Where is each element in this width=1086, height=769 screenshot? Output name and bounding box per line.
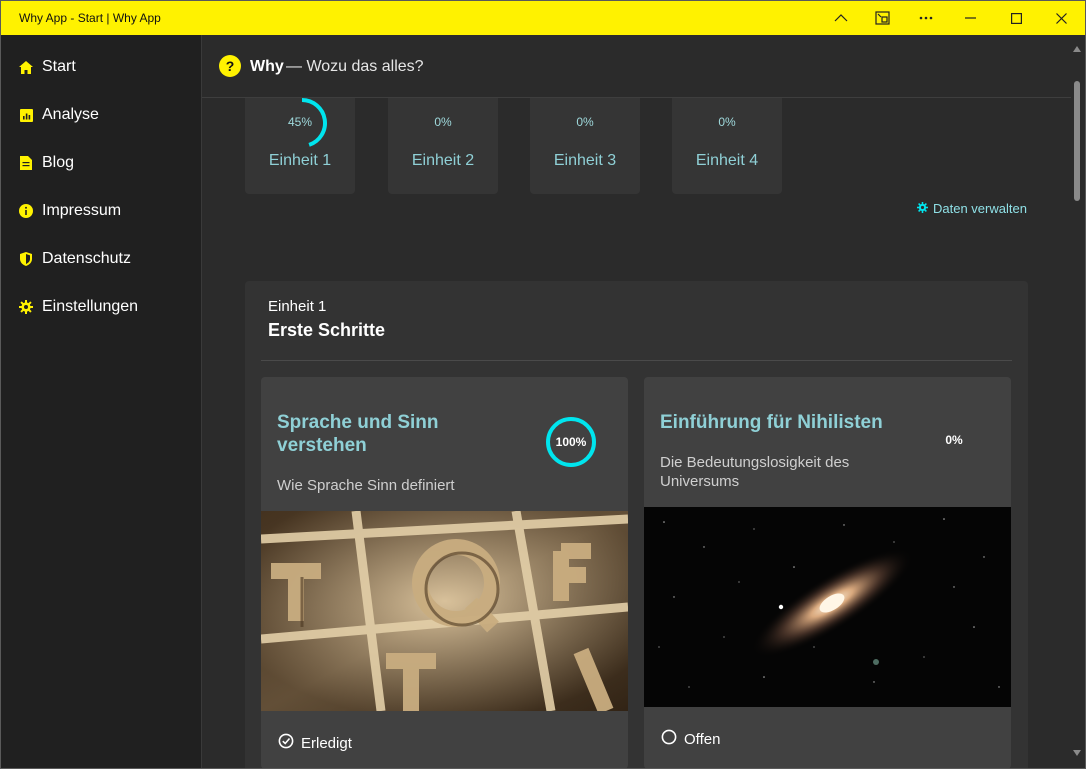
page-tagline: — Wozu das alles? (286, 58, 424, 75)
lesson-progress: 0% (927, 413, 981, 467)
unit-label: Einheit 2 (411, 152, 475, 169)
manage-data-link[interactable]: Daten verwalten (917, 201, 1027, 216)
unit-progress: 45% (287, 115, 313, 129)
check-circle-icon (278, 733, 294, 753)
gear-icon (917, 201, 928, 216)
unit-tile-1[interactable]: 45% Einheit 1 (245, 98, 355, 194)
lesson-progress: 100% (544, 415, 598, 469)
sidebar-item-label: Datenschutz (42, 250, 131, 267)
sidebar-item-impressum[interactable]: Impressum (1, 191, 201, 231)
home-icon (18, 59, 34, 75)
sidebar-item-label: Start (42, 58, 76, 75)
lesson-description: Wie Sprache Sinn definiert (277, 477, 455, 494)
sidebar-item-start[interactable]: Start (1, 47, 201, 87)
lesson-progress-text: 100% (555, 435, 587, 449)
more-icon[interactable] (903, 1, 949, 35)
main-content: ? Why — Wozu das alles? 45% Einheit 1 0%… (202, 35, 1071, 768)
shield-icon (18, 251, 34, 267)
brand-name: Why (250, 58, 284, 75)
scroll-thumb[interactable] (1074, 81, 1080, 201)
section-unit-label: Einheit 1 (268, 298, 327, 315)
unit-tile-4[interactable]: 0% Einheit 4 (672, 98, 782, 194)
lesson-status: Erledigt (278, 733, 352, 753)
sidebar-item-label: Blog (42, 154, 75, 171)
lesson-status: Offen (661, 729, 720, 749)
scroll-up-icon[interactable] (1072, 45, 1082, 53)
unit-label: Einheit 1 (268, 152, 332, 169)
sidebar-item-blog[interactable]: Blog (1, 143, 201, 183)
chevron-up-icon[interactable] (818, 1, 864, 35)
manage-data-label: Daten verwalten (933, 201, 1027, 216)
close-icon[interactable] (1038, 1, 1084, 35)
chart-icon (18, 107, 34, 123)
sidebar-item-analyse[interactable]: Analyse (1, 95, 201, 135)
divider (261, 360, 1012, 361)
unit-label: Einheit 4 (695, 152, 759, 169)
scroll-down-icon[interactable] (1072, 749, 1082, 757)
unit-progress: 0% (434, 115, 452, 129)
document-icon (18, 155, 34, 171)
question-icon: ? (219, 55, 241, 77)
lesson-progress-text: 0% (945, 433, 963, 447)
minimize-icon[interactable] (947, 1, 993, 35)
unit-tile-2[interactable]: 0% Einheit 2 (388, 98, 498, 194)
lesson-title: Sprache und Sinn verstehen (277, 412, 439, 456)
info-icon (18, 203, 34, 219)
unit-section: Einheit 1 Erste Schritte Sprache und Sin… (245, 281, 1028, 768)
window-title: Why App - Start | Why App (19, 11, 161, 25)
section-title: Erste Schritte (268, 320, 386, 340)
sidebar-item-label: Impressum (42, 202, 122, 219)
sidebar-item-einstellungen[interactable]: Einstellungen (1, 287, 201, 327)
galaxy-image (644, 507, 1011, 707)
title-bar: Why App - Start | Why App (1, 1, 1085, 35)
sidebar: Start Analyse Blog Impressum Datenschutz (1, 35, 202, 768)
circle-icon (661, 729, 677, 749)
vertical-scrollbar[interactable] (1069, 35, 1085, 768)
sidebar-item-datenschutz[interactable]: Datenschutz (1, 239, 201, 279)
unit-progress: 0% (576, 115, 594, 129)
compact-overlay-icon[interactable] (860, 1, 906, 35)
sidebar-item-label: Analyse (42, 106, 99, 123)
maximize-icon[interactable] (993, 1, 1039, 35)
lesson-title: Einführung für Nihilisten (660, 412, 883, 433)
sidebar-item-label: Einstellungen (42, 298, 139, 315)
lesson-status-label: Erledigt (301, 734, 352, 752)
lesson-status-label: Offen (684, 730, 721, 748)
unit-progress: 0% (718, 115, 736, 129)
wooden-letters-image (261, 510, 628, 715)
page-header: ? Why — Wozu das alles? (202, 35, 1071, 98)
unit-tile-3[interactable]: 0% Einheit 3 (530, 98, 640, 194)
lesson-description: Die Bedeutungslosigkeit des Universums (660, 454, 850, 490)
gear-icon (18, 299, 34, 315)
lesson-card[interactable]: Sprache und Sinn verstehen Wie Sprache S… (261, 377, 628, 768)
app-window: Why App - Start | Why App Start Analyse … (0, 0, 1086, 769)
lesson-card[interactable]: Einführung für Nihilisten Die Bedeutungs… (644, 377, 1011, 768)
unit-label: Einheit 3 (553, 152, 617, 169)
